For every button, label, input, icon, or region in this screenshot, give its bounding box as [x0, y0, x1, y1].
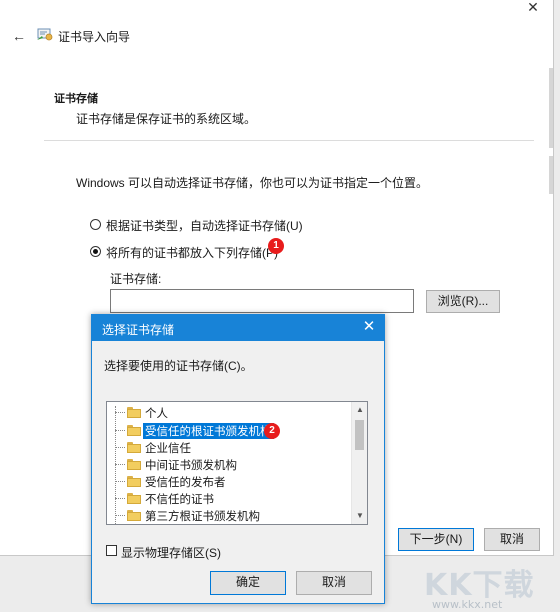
tree-branch	[115, 464, 125, 465]
folder-icon	[127, 407, 141, 418]
next-button[interactable]: 下一步(N)	[398, 528, 474, 551]
folder-icon	[127, 493, 141, 504]
dialog-prompt: 选择要使用的证书存储(C)。	[104, 359, 253, 373]
place-in-store-radio[interactable]	[90, 246, 101, 257]
tree-item-trusted-publishers[interactable]: 受信任的发布者	[115, 473, 335, 490]
select-store-dialog: 选择证书存储 ✕ 选择要使用的证书存储(C)。 个人 受信任的根证书颁发机构 企…	[91, 314, 385, 604]
tree-item-label: 第三方根证书颁发机构	[145, 511, 260, 523]
cancel-button[interactable]: 取消	[484, 528, 540, 551]
tree-branch	[115, 481, 125, 482]
step-badge-2: 2	[264, 423, 280, 439]
show-physical-stores-checkbox[interactable]	[106, 545, 117, 556]
scrollbar-thumb[interactable]	[355, 420, 364, 450]
folder-icon	[127, 425, 141, 436]
scroll-down-icon[interactable]: ▼	[352, 508, 367, 524]
folder-icon	[127, 442, 141, 453]
tree-item-enterprise-trust[interactable]: 企业信任	[115, 439, 335, 456]
section-title: 证书存储	[54, 93, 98, 105]
auto-select-radio[interactable]	[90, 219, 101, 230]
scroll-up-icon[interactable]: ▲	[352, 402, 367, 418]
certificate-wizard-icon	[37, 28, 53, 41]
tree-branch	[115, 447, 125, 448]
watermark-url: www.kkx.net	[432, 598, 503, 611]
close-icon[interactable]: ✕	[523, 0, 543, 14]
scrollbar-track[interactable]	[549, 68, 553, 148]
tree-item-intermediate[interactable]: 中间证书颁发机构	[115, 456, 335, 473]
tree-item-label: 中间证书颁发机构	[145, 460, 237, 472]
scrollbar-thumb[interactable]	[549, 156, 553, 194]
tree-branch	[115, 515, 125, 516]
store-input[interactable]	[110, 289, 414, 313]
tree-item-third-party-root[interactable]: 第三方根证书颁发机构	[115, 507, 335, 524]
tree-item-personal[interactable]: 个人	[115, 404, 335, 421]
dialog-titlebar: 选择证书存储 ✕	[92, 315, 384, 341]
kkx-watermark-logo: KK下载 www.kkx.net	[418, 560, 558, 612]
section-description: 证书存储是保存证书的系统区域。	[76, 112, 257, 126]
back-arrow-icon[interactable]: ←	[12, 28, 26, 44]
tree-item-trusted-root[interactable]: 受信任的根证书颁发机构	[115, 422, 335, 439]
window-title: 证书导入向导	[58, 30, 131, 44]
tree-branch	[115, 412, 125, 413]
ok-button[interactable]: 确定	[210, 571, 286, 595]
dialog-cancel-button[interactable]: 取消	[296, 571, 372, 595]
tree-item-label: 受信任的根证书颁发机构	[143, 423, 274, 439]
step-badge-1: 1	[268, 238, 284, 254]
dialog-title: 选择证书存储	[102, 323, 175, 337]
place-in-store-label[interactable]: 将所有的证书都放入下列存储(P)	[106, 244, 278, 261]
store-label: 证书存储:	[110, 272, 162, 286]
tree-branch	[115, 430, 125, 431]
tree-scrollbar[interactable]: ▲ ▼	[351, 402, 367, 524]
store-tree[interactable]: 个人 受信任的根证书颁发机构 企业信任 中间证书颁发机构 受信任的发布者 不信任…	[106, 401, 368, 525]
dialog-close-icon[interactable]: ✕	[360, 318, 378, 336]
tree-branch	[115, 498, 125, 499]
info-text: Windows 可以自动选择证书存储，你也可以为证书指定一个位置。	[76, 176, 429, 190]
tree-item-label: 受信任的发布者	[145, 477, 226, 489]
folder-icon	[127, 459, 141, 470]
folder-icon	[127, 510, 141, 521]
tree-item-label: 不信任的证书	[145, 494, 214, 506]
tree-item-untrusted[interactable]: 不信任的证书	[115, 490, 335, 507]
auto-select-label[interactable]: 根据证书类型，自动选择证书存储(U)	[106, 217, 303, 234]
tree-item-label: 个人	[145, 408, 168, 420]
tree-item-label: 企业信任	[145, 443, 191, 455]
show-physical-stores-label[interactable]: 显示物理存储区(S)	[121, 544, 221, 561]
divider	[44, 140, 534, 141]
browse-button[interactable]: 浏览(R)...	[426, 290, 500, 313]
folder-icon	[127, 476, 141, 487]
